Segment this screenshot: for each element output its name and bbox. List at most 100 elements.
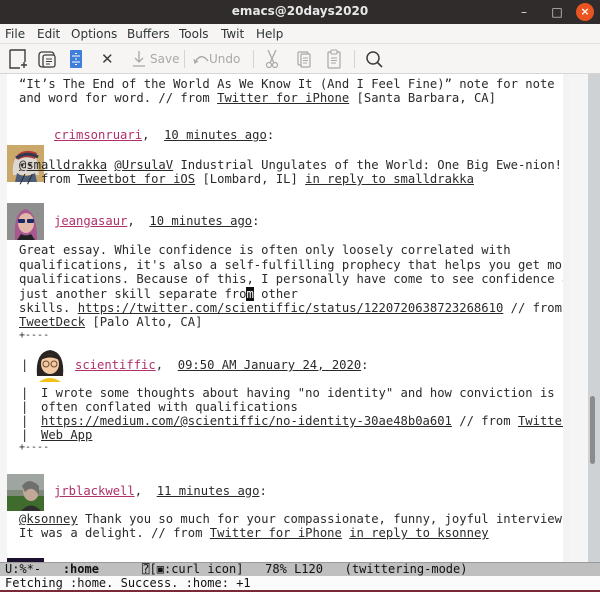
tweet-text-line: Great essay. While confidence is often o… — [19, 243, 511, 257]
tweet-username[interactable]: crimsonruari — [54, 128, 142, 142]
tweet-text-line: just another skill separate from other — [19, 287, 298, 301]
menu-edit[interactable]: Edit — [37, 27, 60, 41]
file-cabinet-icon — [70, 50, 82, 68]
toolbar-separator — [253, 50, 254, 68]
tweet-source-link[interactable]: Twitter for iPhone — [210, 526, 342, 540]
scrollbar[interactable] — [588, 74, 600, 562]
quote-border: | — [21, 428, 29, 442]
search-button[interactable] — [364, 48, 384, 70]
curl-icon: ⍰ — [142, 562, 150, 576]
avatar — [7, 474, 44, 511]
menu-options[interactable]: Options — [71, 27, 117, 41]
copy-icon — [297, 51, 311, 68]
undo-button[interactable]: Undo — [193, 48, 240, 70]
open-folder-icon — [38, 51, 56, 68]
line-number: L120 — [294, 562, 323, 576]
buffer-state: U:%*- — [5, 562, 42, 576]
buffer-window[interactable]: “It’s The End of the World As We Know It… — [0, 74, 600, 562]
menu-file[interactable]: File — [5, 27, 25, 41]
open-directory-button[interactable] — [37, 48, 59, 70]
toolbar-separator — [184, 50, 185, 68]
tweet-header: scientiffic, 09:50 AM January 24, 2020: — [75, 358, 369, 372]
tweet-username[interactable]: scientiffic — [75, 358, 156, 372]
tweet-source-link[interactable]: TweetDeck — [19, 315, 85, 329]
tweet-text-line: “It’s The End of the World As We Know It… — [19, 77, 555, 91]
maximize-button[interactable]: □ — [548, 3, 566, 21]
tweet-url-link[interactable]: https://medium.com/@scientiffic/no-ident… — [41, 414, 452, 428]
save-icon — [133, 51, 145, 67]
tweet-source-link[interactable]: Twitter for iPhone — [217, 91, 349, 105]
tweet-source-link[interactable]: Web App — [41, 428, 92, 442]
save-button[interactable]: Save — [131, 48, 179, 70]
scrollbar-thumb[interactable] — [590, 396, 595, 464]
tweet-header: jrblackwell, 11 minutes ago: — [54, 484, 267, 498]
scissors-icon — [265, 49, 279, 69]
menu-twit[interactable]: Twit — [221, 27, 244, 41]
new-file-icon — [9, 49, 27, 69]
tweet-text-line: qualifications, it's also a self-fulfill… — [19, 258, 563, 272]
tweet-timestamp[interactable]: 09:50 AM January 24, 2020 — [178, 358, 361, 372]
close-icon: ✕ — [101, 50, 114, 68]
quote-border: | — [21, 386, 29, 400]
buffer-percent: 78% — [265, 562, 287, 576]
tweet-text-line: https://medium.com/@scientiffic/no-ident… — [41, 414, 563, 428]
cut-button[interactable] — [265, 48, 279, 70]
toolbar-separator — [354, 50, 355, 68]
window-title: emacs@20days2020 — [231, 4, 369, 18]
quote-border-top: +---- — [19, 330, 50, 341]
buffer-name[interactable]: :home — [63, 562, 99, 576]
new-file-button[interactable] — [8, 48, 28, 70]
menu-buffers[interactable]: Buffers — [127, 27, 170, 41]
paste-button[interactable] — [326, 48, 342, 70]
mention-link[interactable]: @UrsulaV — [114, 158, 173, 172]
search-icon — [366, 51, 383, 68]
tweet-timestamp[interactable]: 10 minutes ago — [149, 214, 252, 228]
minimize-button[interactable]: – — [515, 3, 533, 21]
tweet-text-line: often conflated with qualifications — [41, 400, 298, 414]
quote-border: | — [21, 358, 29, 372]
icon-info: [▣:curl icon] — [149, 562, 244, 576]
tweet-text-line: TweetDeck [Palo Alto, CA] — [19, 315, 203, 329]
toolbar: ✕ Save Undo — [0, 44, 600, 74]
tweet-timestamp[interactable]: 11 minutes ago — [157, 484, 260, 498]
save-label: Save — [150, 52, 180, 66]
tweet-text-line: Web App — [41, 428, 92, 442]
mention-link[interactable]: @smalldrakka — [19, 158, 107, 172]
quote-border-bottom: +---- — [19, 442, 50, 453]
tweet-username[interactable]: jrblackwell — [54, 484, 135, 498]
menu-help[interactable]: Help — [256, 27, 283, 41]
tweet-header: crimsonruari, 10 minutes ago: — [54, 128, 275, 142]
major-mode[interactable]: (twittering-mode) — [345, 562, 468, 576]
echo-area: Fetching :home. Success. :home: +1 — [0, 576, 600, 590]
window-divider — [569, 74, 588, 562]
tweet-header: jeangasaur, 10 minutes ago: — [54, 214, 260, 228]
avatar — [7, 203, 44, 240]
tweet-text-line: @smalldrakka @UrsulaV Industrial Ungulat… — [19, 158, 562, 172]
reply-link[interactable]: in reply to smalldrakka — [305, 172, 474, 186]
tweet-text-line: @ksonney Thank you so much for your comp… — [19, 512, 563, 526]
mention-link[interactable]: @ksonney — [19, 512, 78, 526]
window-titlebar: emacs@20days2020 – □ × — [0, 0, 600, 24]
tweet-text-line: and word for word. // from Twitter for i… — [19, 91, 496, 105]
tweet-text-line: // from Tweetbot for iOS [Lombard, IL] i… — [19, 172, 474, 186]
tweet-url-link[interactable]: https://twitter.com/scientiffic/status/1… — [78, 301, 504, 315]
paste-icon — [327, 49, 341, 69]
tweet-source-link[interactable]: Tweetbot for iOS — [78, 172, 195, 186]
quote-border: | — [21, 400, 29, 414]
avatar — [33, 346, 67, 382]
tweet-text-line: skills. https://twitter.com/scientiffic/… — [19, 301, 562, 315]
menu-tools[interactable]: Tools — [179, 27, 209, 41]
tweet-text-line: I wrote some thoughts about having "no i… — [41, 386, 555, 400]
kill-buffer-button[interactable]: ✕ — [101, 48, 114, 70]
text-cursor: m — [246, 287, 254, 301]
timeline-text[interactable]: “It’s The End of the World As We Know It… — [7, 74, 563, 562]
close-button[interactable]: × — [576, 3, 594, 21]
undo-icon — [193, 56, 209, 64]
tweet-timestamp[interactable]: 10 minutes ago — [164, 128, 267, 142]
tweet-username[interactable]: jeangasaur — [54, 214, 127, 228]
mode-line[interactable]: U:%*- :home ⍰[▣:curl icon] 78% L120 (twi… — [0, 562, 600, 576]
reply-link[interactable]: in reply to ksonney — [349, 526, 488, 540]
tweet-source-link[interactable]: Twitter — [518, 414, 563, 428]
copy-button[interactable] — [296, 48, 312, 70]
dired-button[interactable] — [68, 48, 84, 70]
